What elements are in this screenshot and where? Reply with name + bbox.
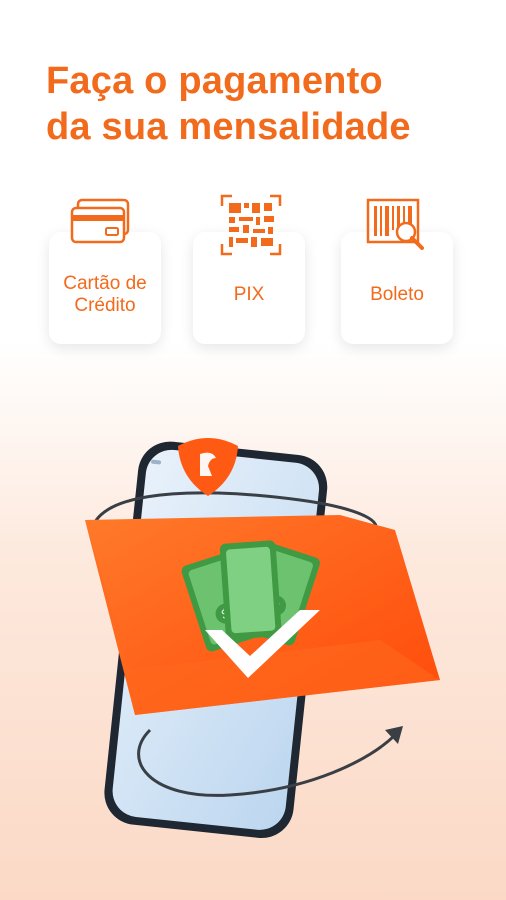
payment-illustration: $ $ xyxy=(85,438,440,839)
credit-card-label-line1: Cartão de xyxy=(63,273,147,294)
credit-card-option-button[interactable]: Cartão de Crédito xyxy=(49,232,161,344)
title-line-2: da sua mensalidade xyxy=(46,106,411,148)
credit-card-icon xyxy=(70,198,130,244)
pix-label: PIX xyxy=(233,284,265,305)
qr-code-icon xyxy=(220,194,282,256)
barcode-search-icon xyxy=(366,198,424,250)
payment-options: Cartão de Crédito PIX Boleto xyxy=(0,190,506,360)
credit-card-label-line2: Crédito xyxy=(74,295,136,316)
page-title: Faça o pagamento da sua mensalidade xyxy=(46,58,486,150)
credit-card-label: Cartão de Crédito xyxy=(63,259,146,317)
title-line-1: Faça o pagamento xyxy=(46,60,383,102)
boleto-label: Boleto xyxy=(370,284,424,305)
